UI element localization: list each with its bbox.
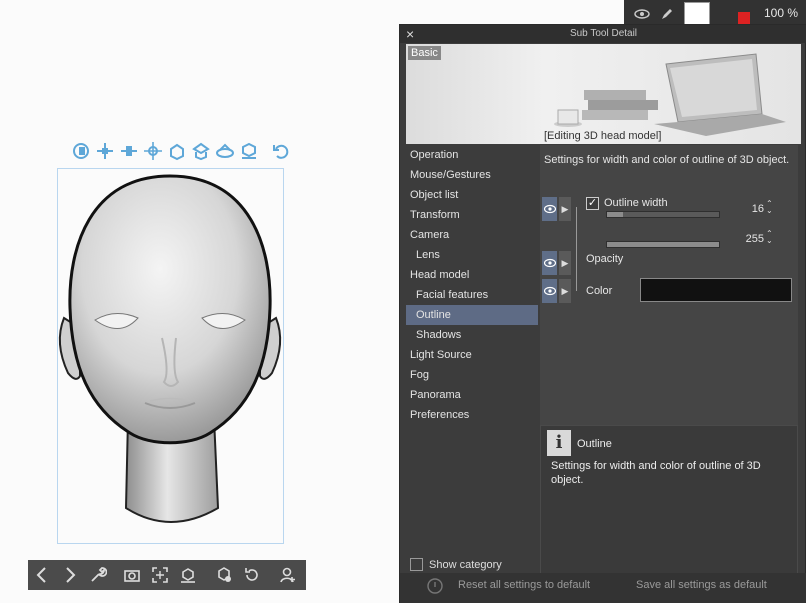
snap-object-icon[interactable]	[238, 140, 260, 162]
outline-width-spinner[interactable]: ⌃ ⌄	[766, 200, 773, 215]
outline-width-label: Outline width	[604, 197, 668, 209]
3d-head-model[interactable]	[50, 168, 290, 544]
show-category-toggle[interactable]: Show category	[410, 558, 502, 571]
reset-icon[interactable]	[270, 140, 292, 162]
save-all-settings-button[interactable]: Save all settings as default	[636, 579, 767, 591]
preview-image: Basic [Editing 3D head model]	[406, 44, 801, 144]
sub-tool-detail-dialog: × Sub Tool Detail Basic [Editing 3D head…	[399, 24, 806, 603]
expand-arrow-icon[interactable]: ▶	[559, 251, 571, 275]
color-label: Color	[586, 285, 613, 297]
move-object-icon[interactable]	[142, 140, 164, 162]
layer-opacity: 100 %	[764, 6, 799, 20]
category-list: Operation Mouse/Gestures Object list Transf…	[406, 145, 540, 595]
opacity-slider[interactable]	[606, 241, 720, 248]
reset-icon	[427, 578, 443, 594]
opacity-spinner[interactable]: ⌃ ⌄	[766, 230, 773, 245]
object-list-icon[interactable]	[210, 561, 238, 589]
reset-all-settings-button[interactable]: Reset all settings to default	[458, 579, 590, 591]
eye-icon	[543, 286, 556, 296]
ground-icon[interactable]	[174, 561, 202, 589]
nav-item-light-source[interactable]: Light Source	[406, 345, 540, 365]
fit-icon[interactable]	[146, 561, 174, 589]
info-box: i Outline Settings for width and color o…	[540, 425, 798, 595]
desk-illustration	[554, 53, 786, 136]
nav-item-camera[interactable]: Camera	[406, 225, 540, 245]
outline-width-controls: ▶	[542, 197, 571, 221]
nav-item-mouse-gestures[interactable]: Mouse/Gestures	[406, 165, 540, 185]
info-title: Outline	[577, 438, 612, 450]
nav-item-panorama[interactable]: Panorama	[406, 385, 540, 405]
outline-width-value[interactable]: 16	[738, 203, 764, 215]
layer-thumbnail[interactable]	[684, 2, 710, 26]
outline-width-checkbox[interactable]: ✓	[586, 197, 599, 210]
opacity-controls: ▶	[542, 251, 571, 275]
camera-icon[interactable]	[118, 561, 146, 589]
prev-icon[interactable]	[28, 561, 56, 589]
nav-item-object-list[interactable]: Object list	[406, 185, 540, 205]
eye-icon	[543, 204, 556, 214]
rotate-camera-icon[interactable]	[70, 140, 92, 162]
opacity-value[interactable]: 255	[738, 233, 764, 245]
nav-item-outline[interactable]: Outline	[406, 305, 538, 325]
nav-item-transform[interactable]: Transform	[406, 205, 540, 225]
nav-item-facial-features[interactable]: Facial features	[406, 285, 540, 305]
rotate-light-icon[interactable]	[238, 561, 266, 589]
show-category-checkbox[interactable]	[410, 558, 423, 571]
nav-item-head-model[interactable]: Head model	[406, 265, 540, 285]
show-in-tool-property-button[interactable]	[542, 197, 557, 221]
show-in-tool-property-button[interactable]	[542, 279, 557, 303]
pen-icon	[662, 9, 672, 19]
mask-icon	[738, 12, 750, 24]
manipulator-toolbar	[70, 140, 292, 162]
outline-width-slider[interactable]	[606, 211, 720, 218]
panel-description: Settings for width and color of outline …	[544, 154, 790, 166]
info-text: Settings for width and color of outline …	[551, 460, 761, 486]
show-category-label: Show category	[429, 558, 502, 571]
add-object-icon[interactable]	[274, 561, 302, 589]
dialog-footer: Reset all settings to default Save all s…	[400, 573, 806, 603]
dolly-camera-icon[interactable]	[118, 140, 140, 162]
eye-icon	[543, 258, 556, 268]
nav-item-operation[interactable]: Operation	[406, 145, 540, 165]
show-in-tool-property-button[interactable]	[542, 251, 557, 275]
wrench-icon[interactable]	[84, 561, 112, 589]
rotate-object-xy-icon[interactable]	[190, 140, 212, 162]
info-icon: i	[547, 430, 571, 456]
rotate-object-icon[interactable]	[166, 140, 188, 162]
nav-item-preferences[interactable]: Preferences	[406, 405, 540, 425]
control-connector	[576, 207, 577, 291]
pan-camera-icon[interactable]	[94, 140, 116, 162]
dialog-title: Sub Tool Detail	[569, 28, 638, 39]
nav-item-shadows[interactable]: Shadows	[406, 325, 540, 345]
expand-arrow-icon[interactable]: ▶	[559, 197, 571, 221]
expand-arrow-icon[interactable]: ▶	[559, 279, 571, 303]
3d-bottom-toolbar	[28, 560, 306, 590]
rotate-object-z-icon[interactable]	[214, 140, 236, 162]
preview-caption: [Editing 3D head model]	[544, 130, 662, 142]
nav-item-lens[interactable]: Lens	[406, 245, 540, 265]
nav-item-fog[interactable]: Fog	[406, 365, 540, 385]
color-controls: ▶	[542, 279, 571, 303]
opacity-label: Opacity	[586, 253, 624, 265]
eye-icon[interactable]	[634, 7, 650, 21]
color-swatch[interactable]	[640, 278, 792, 302]
dialog-titlebar[interactable]: × Sub Tool Detail	[400, 25, 806, 43]
next-icon[interactable]	[56, 561, 84, 589]
